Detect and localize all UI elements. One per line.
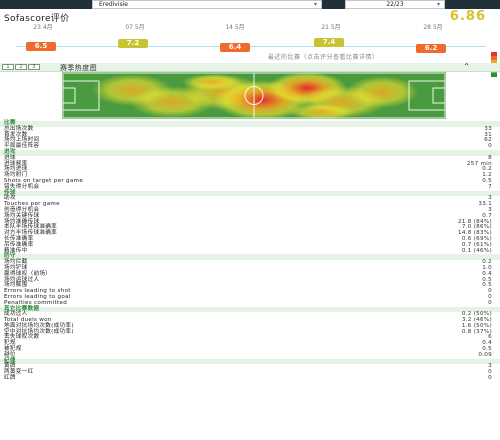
timeline-date: 28 5月 bbox=[423, 24, 443, 31]
match-rating-badge[interactable]: 6.5 bbox=[26, 42, 56, 51]
scale-bar-segment bbox=[491, 72, 497, 78]
chevron-down-icon: ▾ bbox=[313, 1, 317, 8]
heatmap-header: 1 2 3 赛季热度图 ⌃ bbox=[0, 62, 500, 72]
chevron-up-icon[interactable]: ⌃ bbox=[463, 62, 470, 71]
heatmap-tabs: 1 2 3 bbox=[2, 64, 40, 70]
heatmap-pitch bbox=[62, 72, 446, 119]
league-select-label: Eredivisie bbox=[99, 1, 128, 8]
rating-timeline: 23 4月 07 5月 14 5月 21 5月 28 5月 6.5 7.2 6.… bbox=[0, 22, 500, 78]
match-rating-badge[interactable]: 6.4 bbox=[220, 43, 250, 52]
heatmap-tab[interactable]: 1 bbox=[2, 64, 14, 70]
timeline-date: 14 5月 bbox=[225, 24, 245, 31]
match-rating-badge[interactable]: 7.4 bbox=[314, 38, 344, 47]
top-bar: Eredivisie ▾ 22/23 ▾ bbox=[0, 0, 500, 9]
match-rating-badge[interactable]: 7.2 bbox=[118, 39, 148, 48]
heatmap-tab[interactable]: 2 bbox=[15, 64, 27, 70]
timeline-date: 21 5月 bbox=[321, 24, 341, 31]
season-select-label: 22/23 bbox=[386, 1, 404, 8]
rating-header: Sofascore评价 6.86 bbox=[0, 9, 500, 24]
stat-label: 红牌 bbox=[4, 375, 16, 382]
league-select[interactable]: Eredivisie ▾ bbox=[92, 0, 322, 9]
stats-list: 比赛 总出场次数 33 首发次数 31 场均上场时间 62 平局最佳阵容 0 进攻 进球 8 进球频率 2… bbox=[0, 120, 500, 382]
stat-row: 红牌 0 bbox=[0, 375, 500, 382]
recent-matches-caption: 最近的比赛（点击评分查看比赛详情） bbox=[268, 54, 379, 61]
stat-value: 0 bbox=[488, 375, 492, 382]
timeline-date: 23 4月 bbox=[33, 24, 53, 31]
season-select[interactable]: 22/23 ▾ bbox=[345, 0, 445, 9]
heatmap-graphic bbox=[62, 72, 446, 119]
heatmap-tab[interactable]: 3 bbox=[28, 64, 40, 70]
timeline-date: 07 5月 bbox=[125, 24, 145, 31]
chevron-down-icon: ▾ bbox=[436, 1, 440, 8]
